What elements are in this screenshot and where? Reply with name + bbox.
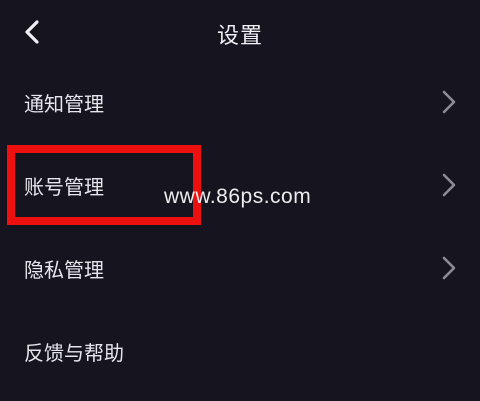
page-title: 设置 — [216, 24, 263, 49]
watermark: www.86ps.com — [164, 185, 312, 208]
top-bar: 设置 — [0, 0, 480, 66]
chevron-right-icon — [442, 256, 456, 280]
menu-item-label: 账号管理 — [24, 175, 104, 199]
menu-item-privacy-management[interactable]: 隐私管理 — [0, 226, 480, 309]
chevron-right-icon — [442, 173, 456, 197]
settings-menu: 通知管理 账号管理 隐私管理 反馈与帮助 — [0, 60, 480, 392]
menu-item-label: 隐私管理 — [24, 258, 104, 282]
chevron-right-icon — [442, 90, 456, 114]
menu-item-label: 通知管理 — [24, 92, 104, 116]
menu-item-notification-management[interactable]: 通知管理 — [0, 60, 480, 143]
menu-item-label: 反馈与帮助 — [24, 341, 124, 365]
menu-item-feedback-and-help[interactable]: 反馈与帮助 — [0, 309, 480, 392]
